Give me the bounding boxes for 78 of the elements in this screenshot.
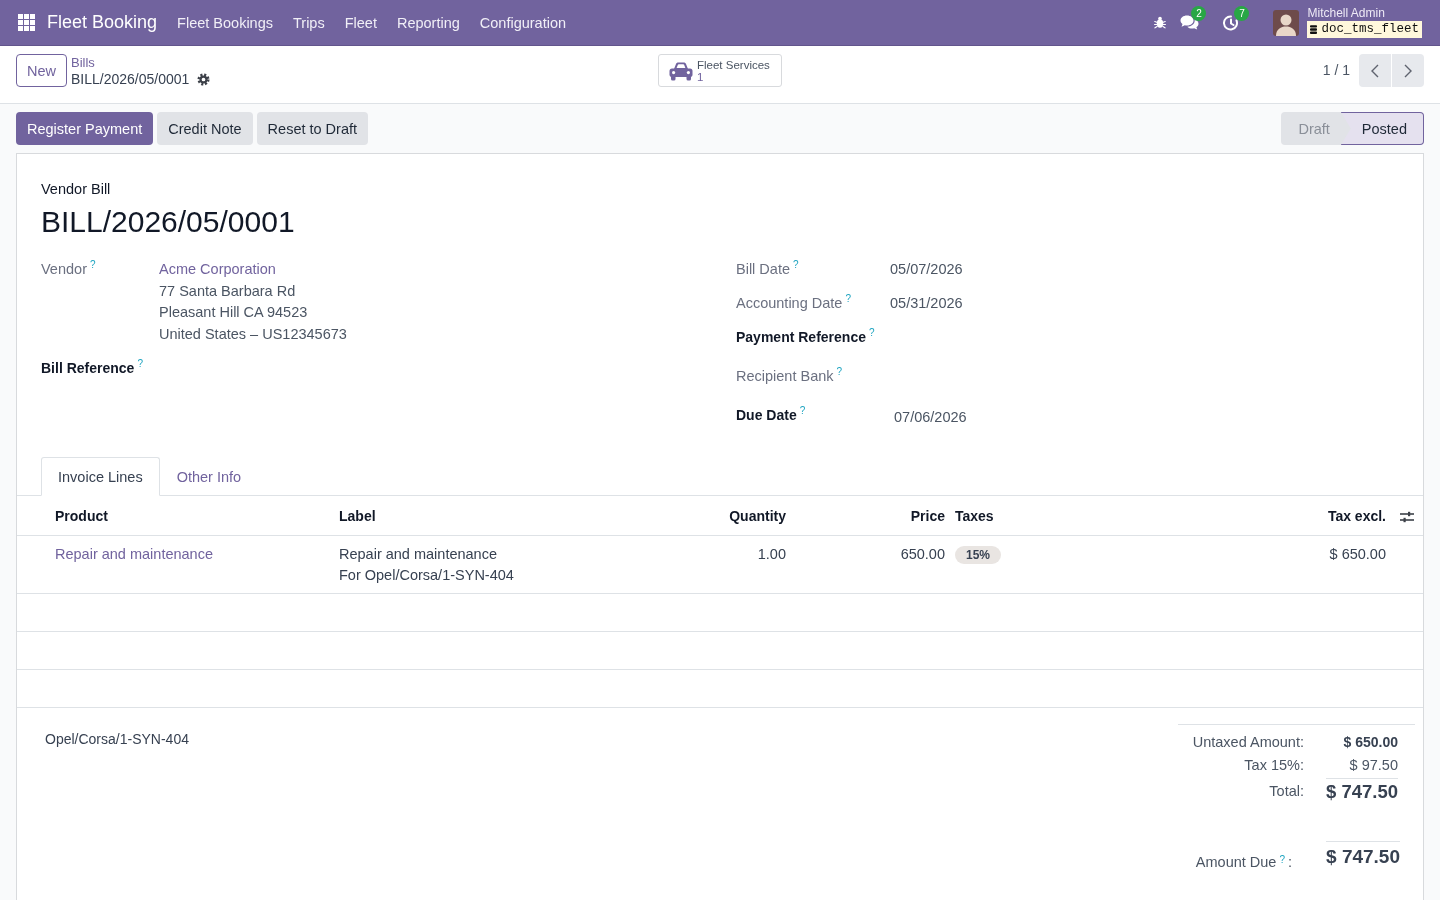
status-step[interactable]: Posted (1340, 112, 1424, 145)
menu-item[interactable]: Reporting (386, 14, 470, 31)
clock-icon[interactable] (1223, 14, 1240, 31)
field-label: Accounting Date (736, 294, 843, 313)
address-line: Pleasant Hill CA 94523 (159, 303, 308, 322)
column-header[interactable]: Label (334, 496, 700, 536)
field-value: 05/31/2026 (890, 294, 963, 313)
help-mark: ? (845, 294, 851, 304)
help-mark: ? (89, 260, 96, 270)
total-amount: $ 650.00 (1342, 733, 1398, 752)
total-label: Untaxed Amount: (1191, 733, 1304, 752)
breadcrumb-link[interactable]: Bills (71, 55, 211, 70)
help-mark: ? (1279, 855, 1285, 865)
car-icon (669, 62, 693, 81)
smart-button[interactable]: Fleet Services 1 (658, 54, 782, 87)
database-icon (1310, 25, 1318, 34)
column-header[interactable]: Price (791, 496, 950, 536)
product-link[interactable]: Repair and maintenance (55, 546, 213, 562)
field-value: 07/06/2026 (894, 408, 967, 427)
field-value: 05/07/2026 (890, 260, 963, 279)
menu-item[interactable]: Fleet Bookings (167, 14, 283, 31)
total-label: Tax 15%: (1243, 756, 1304, 775)
database-name: doc_tms_fleet (1321, 22, 1419, 37)
table-cell: $ 650.00 (1100, 535, 1391, 594)
bug-icon[interactable] (1154, 16, 1167, 29)
total-label: Total: (1268, 782, 1304, 801)
app-grid-icon[interactable] (18, 14, 35, 31)
chat-icon[interactable] (1180, 15, 1200, 30)
tab[interactable]: Other Info (159, 457, 259, 496)
narration-text: Opel/Corsa/1-SYN-404 (45, 730, 189, 748)
total-amount: $ 747.50 (1326, 778, 1398, 805)
column-header[interactable]: Tax excl. (1100, 496, 1391, 536)
table-cell: 650.00 (791, 535, 950, 594)
column-header[interactable]: Taxes (950, 496, 1100, 536)
field-label: Vendor (41, 260, 87, 279)
field-label: Bill Date (736, 260, 790, 279)
message-count-badge: 2 (1191, 6, 1207, 21)
gear-icon[interactable] (197, 72, 211, 86)
help-mark: ? (137, 359, 143, 369)
action-button[interactable]: Credit Note (157, 112, 253, 145)
address-line: 77 Santa Barbara Rd (159, 281, 296, 301)
chevron-right-icon (1404, 63, 1412, 78)
activity-count-badge: 7 (1234, 5, 1250, 21)
record-type-label: Vendor Bill (41, 180, 112, 199)
menu-item[interactable]: Configuration (469, 14, 577, 31)
help-mark: ? (793, 260, 799, 270)
record-title: BILL/2026/05/0001 (41, 204, 296, 240)
pager-counter: 1 / 1 (1322, 61, 1350, 80)
menu-item[interactable]: Trips (283, 14, 335, 31)
avatar-icon[interactable] (1273, 9, 1300, 36)
column-header[interactable]: Quantity (700, 496, 791, 536)
action-button[interactable]: Reset to Draft (256, 112, 369, 145)
column-header[interactable]: Product (17, 496, 334, 536)
tab[interactable]: Invoice Lines (41, 457, 160, 496)
user-name[interactable]: Mitchell Admin (1307, 7, 1385, 20)
chevron-left-icon (1371, 63, 1379, 78)
new-button[interactable]: New (16, 54, 67, 87)
help-mark: ? (799, 406, 806, 416)
sliders-icon[interactable] (1400, 510, 1414, 523)
record-name: BILL/2026/05/0001 (71, 70, 190, 88)
amount-due-value: $ 747.50 (1326, 841, 1400, 871)
field-label: Payment Reference (736, 328, 866, 347)
table-cell: Repair and maintenance For Opel/Corsa/1-SYN-404 (334, 535, 700, 594)
action-button[interactable]: Register Payment (16, 112, 154, 145)
table-cell: 1.00 (700, 535, 791, 594)
field-label: Due Date (736, 406, 797, 425)
total-amount: $ 97.50 (1348, 756, 1398, 775)
help-mark: ? (836, 367, 843, 377)
amount-due-label: Amount Due (1195, 854, 1277, 870)
help-mark: ? (868, 328, 875, 338)
app-name[interactable]: Fleet Booking (47, 12, 158, 33)
field-label: Recipient Bank (736, 367, 834, 386)
tax-badge: 15% (955, 546, 1002, 564)
label-colon: : (1288, 854, 1293, 870)
field-label: Bill Reference (41, 359, 135, 378)
address-line: United States – US12345673 (159, 324, 347, 344)
vendor-link[interactable]: Acme Corporation (159, 259, 276, 281)
menu-item[interactable]: Fleet (334, 14, 387, 31)
